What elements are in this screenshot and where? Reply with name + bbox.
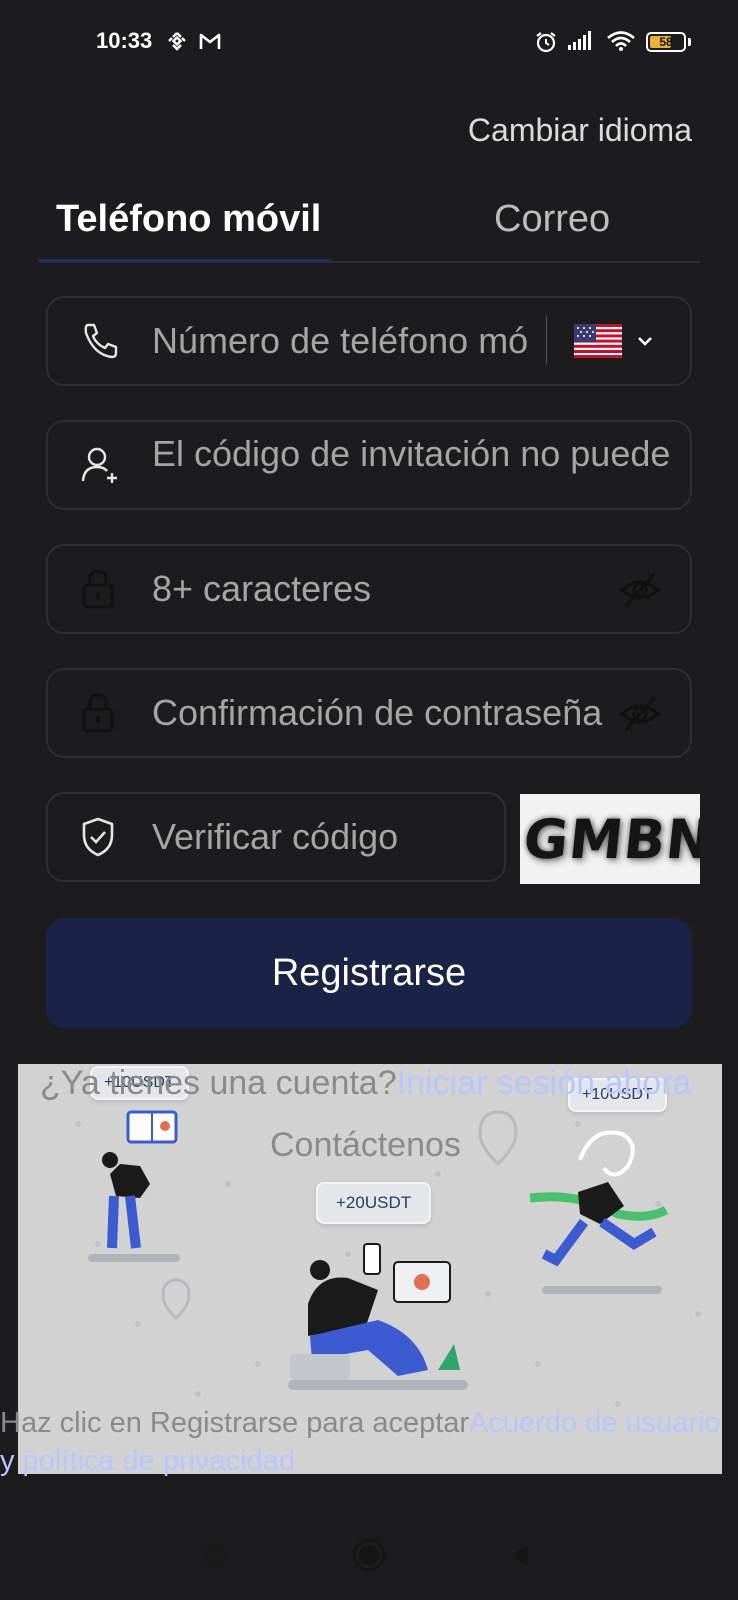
battery-icon: 58: [646, 32, 686, 52]
captcha-text: GMBN: [520, 808, 700, 871]
phone-field[interactable]: Número de teléfono mó: [46, 296, 692, 386]
gmail-icon: [199, 33, 221, 49]
terms-prefix: Haz clic en Registrarse para aceptar: [0, 1407, 470, 1439]
wifi-icon: [607, 31, 635, 51]
eye-off-icon[interactable]: [618, 694, 662, 734]
status-time: 10:33: [96, 28, 153, 53]
password-field[interactable]: 8+ caracteres: [46, 544, 692, 634]
login-link[interactable]: Iniciar sesión ahora: [397, 1064, 692, 1102]
chevron-down-icon[interactable]: [636, 334, 654, 348]
invite-code-input[interactable]: El código de invitación no puede estar v…: [152, 430, 672, 478]
reward-badge-center: +20USDT: [316, 1182, 432, 1224]
status-bar: 10:33 58: [0, 0, 738, 86]
add-user-icon: [81, 447, 117, 483]
invite-code-field[interactable]: El código de invitación no puede estar v…: [46, 420, 692, 510]
password-input[interactable]: 8+ caracteres: [152, 568, 371, 610]
binance-icon: [168, 32, 186, 51]
eye-off-icon[interactable]: [618, 570, 662, 610]
lock-icon: [82, 569, 114, 609]
verify-code-field[interactable]: Verificar código: [46, 792, 506, 882]
us-flag-icon[interactable]: [574, 324, 622, 358]
home-button[interactable]: [350, 1536, 388, 1574]
register-button[interactable]: Registrarse: [46, 918, 692, 1028]
account-prompt: ¿Ya tienes una cuenta?Iniciar sesión aho…: [40, 1064, 691, 1103]
terms-notice: Haz clic en Registrarse para aceptarAcue…: [0, 1404, 730, 1480]
confirm-password-input[interactable]: Confirmación de contraseña: [152, 692, 652, 734]
shield-check-icon: [82, 817, 114, 857]
field-separator: [546, 316, 547, 364]
phone-icon: [84, 323, 118, 359]
alarm-icon: [536, 32, 556, 53]
contact-link[interactable]: Contáctenos: [270, 1126, 461, 1165]
lock-icon: [82, 693, 114, 733]
back-button[interactable]: [508, 1542, 532, 1568]
battery-level: 58: [659, 35, 673, 49]
confirm-password-field[interactable]: Confirmación de contraseña: [46, 668, 692, 758]
captcha-image[interactable]: GMBN: [520, 794, 700, 884]
battery-tip: [688, 38, 691, 46]
account-question: ¿Ya tienes una cuenta?: [40, 1064, 397, 1102]
active-tab-indicator: [38, 259, 332, 263]
signal-icon: [568, 31, 591, 50]
change-language-link[interactable]: Cambiar idioma: [468, 112, 692, 149]
tab-mobile-phone[interactable]: Teléfono móvil: [56, 198, 321, 241]
recent-apps-button[interactable]: [206, 1546, 226, 1566]
tab-email[interactable]: Correo: [494, 198, 610, 241]
phone-input[interactable]: Número de teléfono mó: [152, 320, 552, 362]
navigation-bar: [0, 1510, 738, 1600]
verify-code-input[interactable]: Verificar código: [152, 816, 398, 858]
